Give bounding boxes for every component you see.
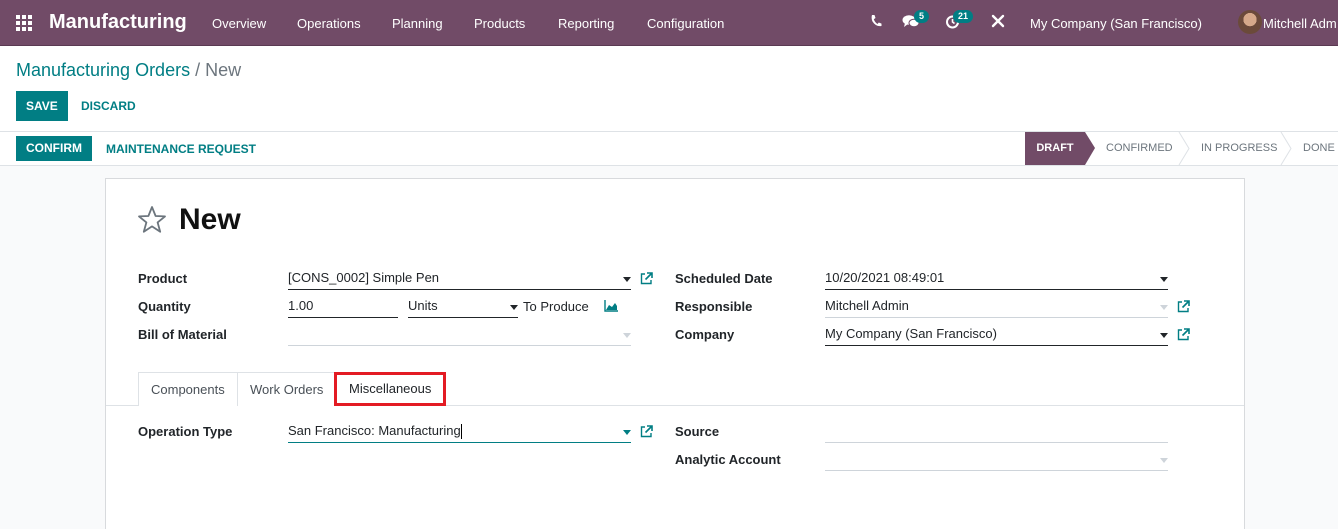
stage-arrow: [1085, 132, 1095, 165]
breadcrumb-separator: /: [195, 60, 201, 80]
analytic-account-caret-icon[interactable]: [1160, 458, 1168, 463]
stage-separator: [1280, 132, 1292, 165]
scheduled-date-value: 10/20/2021 08:49:01: [825, 270, 945, 285]
company-external-link-icon[interactable]: [1177, 328, 1190, 341]
forecast-chart-icon[interactable]: [604, 300, 619, 312]
product-field[interactable]: [CONS_0002] Simple Pen: [288, 268, 631, 290]
company-value: My Company (San Francisco): [825, 326, 997, 341]
responsible-field[interactable]: Mitchell Admin: [825, 296, 1168, 318]
record-title: New: [179, 203, 241, 236]
favorite-star-icon[interactable]: [136, 204, 168, 236]
operation-type-external-link-icon[interactable]: [640, 425, 653, 438]
maintenance-request-button[interactable]: MAINTENANCE REQUEST: [106, 134, 256, 164]
uom-dropdown-caret-icon[interactable]: [510, 305, 518, 310]
activities-count-badge: 21: [953, 10, 974, 23]
company-switcher[interactable]: My Company (San Francisco): [1030, 16, 1202, 31]
stage-separator: [1178, 132, 1190, 165]
menu-reporting[interactable]: Reporting: [558, 16, 614, 31]
app-grid-icon[interactable]: [16, 15, 32, 31]
stage-draft[interactable]: DRAFT: [1025, 132, 1085, 165]
product-external-link-icon[interactable]: [640, 272, 653, 285]
bom-label: Bill of Material: [138, 327, 227, 342]
analytic-account-field[interactable]: [825, 449, 1168, 471]
menu-planning[interactable]: Planning: [392, 16, 443, 31]
scheduled-date-caret-icon[interactable]: [1160, 277, 1168, 282]
tab-miscellaneous[interactable]: Miscellaneous: [334, 372, 447, 406]
stage-done[interactable]: DONE: [1303, 132, 1335, 165]
operation-type-field[interactable]: San Francisco: Manufacturing: [288, 421, 631, 443]
source-label: Source: [675, 424, 720, 439]
menu-products[interactable]: Products: [474, 16, 525, 31]
control-panel: Manufacturing Orders / New SAVE DISCARD: [0, 46, 1338, 132]
breadcrumb: Manufacturing Orders / New: [16, 60, 241, 81]
product-value: [CONS_0002] Simple Pen: [288, 270, 440, 285]
user-menu[interactable]: Mitchell Adm: [1263, 16, 1337, 31]
responsible-value: Mitchell Admin: [825, 298, 909, 313]
responsible-label: Responsible: [675, 299, 753, 314]
debug-tools-icon[interactable]: [991, 14, 1005, 31]
responsible-dropdown-caret-icon[interactable]: [1160, 305, 1168, 310]
notebook-tabs: Components Work Orders Miscellaneous: [106, 372, 1244, 406]
uom-value: Units: [408, 298, 438, 313]
responsible-external-link-icon[interactable]: [1177, 300, 1190, 313]
product-label: Product: [138, 271, 188, 286]
operation-type-caret-icon[interactable]: [623, 430, 631, 435]
bom-field[interactable]: [288, 324, 631, 346]
company-dropdown-caret-icon[interactable]: [1160, 333, 1168, 338]
user-avatar[interactable]: [1238, 10, 1262, 34]
bom-dropdown-caret-icon[interactable]: [623, 333, 631, 338]
text-cursor: [460, 424, 462, 440]
analytic-account-label: Analytic Account: [675, 452, 781, 467]
quantity-input[interactable]: 1.00: [288, 296, 398, 318]
confirm-button[interactable]: CONFIRM: [16, 136, 92, 161]
tab-components[interactable]: Components: [138, 372, 238, 406]
form-sheet: New Product [CONS_0002] Simple Pen Quant…: [105, 178, 1245, 529]
company-label: Company: [675, 327, 735, 342]
messages-count-badge: 5: [914, 10, 930, 23]
quantity-value: 1.00: [288, 298, 314, 313]
quantity-label: Quantity: [138, 299, 191, 314]
stage-in-progress[interactable]: IN PROGRESS: [1201, 132, 1277, 165]
source-input[interactable]: [825, 421, 1168, 443]
operation-type-label: Operation Type: [138, 424, 233, 439]
breadcrumb-current: New: [205, 60, 242, 80]
breadcrumb-manufacturing-orders[interactable]: Manufacturing Orders: [16, 60, 190, 80]
phone-icon[interactable]: [870, 14, 882, 31]
company-field[interactable]: My Company (San Francisco): [825, 324, 1168, 346]
operation-type-value: San Francisco: Manufacturing: [288, 423, 461, 438]
tab-work-orders[interactable]: Work Orders: [237, 372, 337, 406]
stage-confirmed[interactable]: CONFIRMED: [1106, 132, 1173, 165]
top-navbar: Manufacturing Overview Operations Planni…: [0, 0, 1338, 46]
menu-configuration[interactable]: Configuration: [647, 16, 724, 31]
discard-button[interactable]: DISCARD: [81, 91, 136, 121]
to-produce-label: To Produce: [523, 299, 589, 314]
product-dropdown-caret-icon[interactable]: [623, 277, 631, 282]
scheduled-date-label: Scheduled Date: [675, 271, 773, 286]
uom-select[interactable]: Units: [408, 296, 518, 318]
scheduled-date-field[interactable]: 10/20/2021 08:49:01: [825, 268, 1168, 290]
status-bar: CONFIRM MAINTENANCE REQUEST DRAFT CONFIR…: [0, 132, 1338, 166]
app-title[interactable]: Manufacturing: [49, 11, 187, 34]
menu-overview[interactable]: Overview: [212, 16, 266, 31]
menu-operations[interactable]: Operations: [297, 16, 361, 31]
save-button[interactable]: SAVE: [16, 91, 68, 121]
